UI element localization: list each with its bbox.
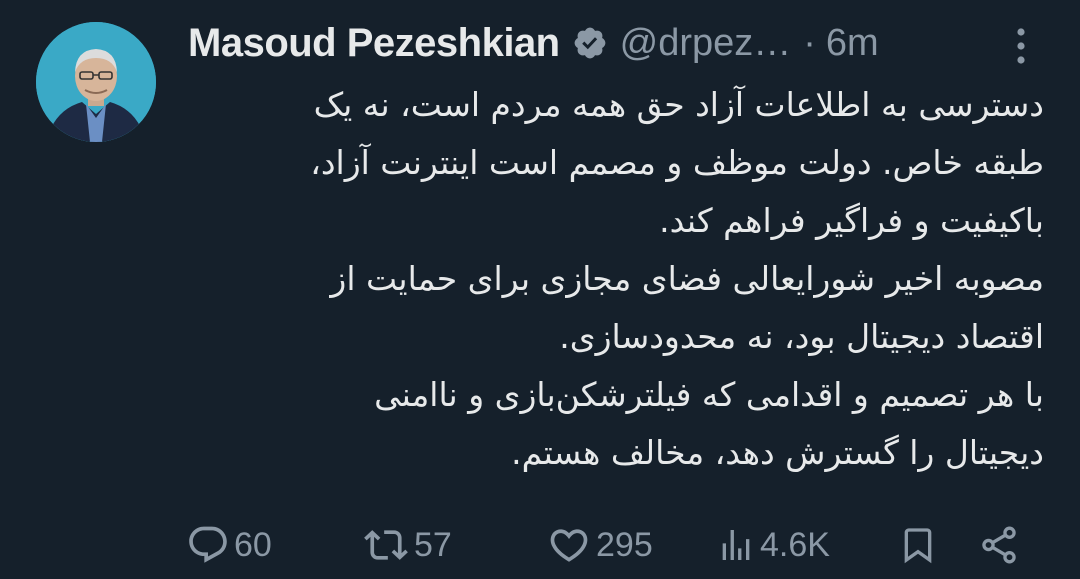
retweet-count: 57 bbox=[414, 525, 452, 564]
tweet-text-line: طبقه خاص. دولت موظف و مصمم است اینترنت آ… bbox=[310, 143, 1044, 182]
handle[interactable]: @drpez… bbox=[620, 22, 792, 65]
tweet-text: دسترسی به اطلاعات آزاد حق همه مردم است، … bbox=[186, 76, 1044, 482]
bookmark-button[interactable] bbox=[898, 516, 938, 574]
views-count: 4.6K bbox=[760, 525, 830, 564]
tweet-header: Masoud Pezeshkian @drpez… · 6m bbox=[188, 16, 879, 70]
reply-count: 60 bbox=[234, 525, 272, 564]
action-bar: 60 57 295 4.6K bbox=[186, 516, 1046, 574]
more-vertical-icon[interactable] bbox=[1004, 24, 1038, 68]
share-icon bbox=[982, 526, 1016, 564]
views-button[interactable]: 4.6K bbox=[716, 516, 830, 574]
views-chart-icon bbox=[722, 530, 750, 560]
avatar[interactable] bbox=[36, 22, 156, 142]
tweet-text-line: باکیفیت و فراگیر فراهم کند. bbox=[659, 201, 1044, 240]
retweet-icon bbox=[364, 530, 408, 560]
like-count: 295 bbox=[596, 525, 653, 564]
retweet-button[interactable]: 57 bbox=[362, 516, 452, 574]
tweet-text-line: مصوبه اخیر شورایعالی فضای مجازی برای حما… bbox=[330, 259, 1044, 298]
display-name[interactable]: Masoud Pezeshkian bbox=[188, 21, 560, 66]
portrait-icon bbox=[36, 22, 156, 142]
reply-button[interactable]: 60 bbox=[186, 516, 272, 574]
tweet-text-line: دسترسی به اطلاعات آزاد حق همه مردم است، … bbox=[313, 85, 1044, 124]
like-button[interactable]: 295 bbox=[546, 516, 653, 574]
tweet-text-line: با هر تصمیم و اقدامی که فیلترشکن‌بازی و … bbox=[374, 375, 1044, 414]
verified-badge-icon bbox=[572, 25, 608, 61]
separator-dot: · bbox=[803, 21, 816, 64]
timestamp[interactable]: 6m bbox=[826, 22, 879, 65]
tweet-text-line: اقتصاد دیجیتال بود، نه محدودسازی. bbox=[559, 317, 1044, 356]
share-button[interactable] bbox=[978, 516, 1020, 574]
heart-icon bbox=[550, 529, 588, 562]
reply-icon bbox=[189, 526, 227, 563]
bookmark-icon bbox=[904, 528, 932, 564]
tweet-text-line: دیجیتال را گسترش دهد، مخالف هستم. bbox=[511, 433, 1044, 472]
tweet-card: Masoud Pezeshkian @drpez… · 6m دسترسی به… bbox=[0, 0, 1080, 579]
